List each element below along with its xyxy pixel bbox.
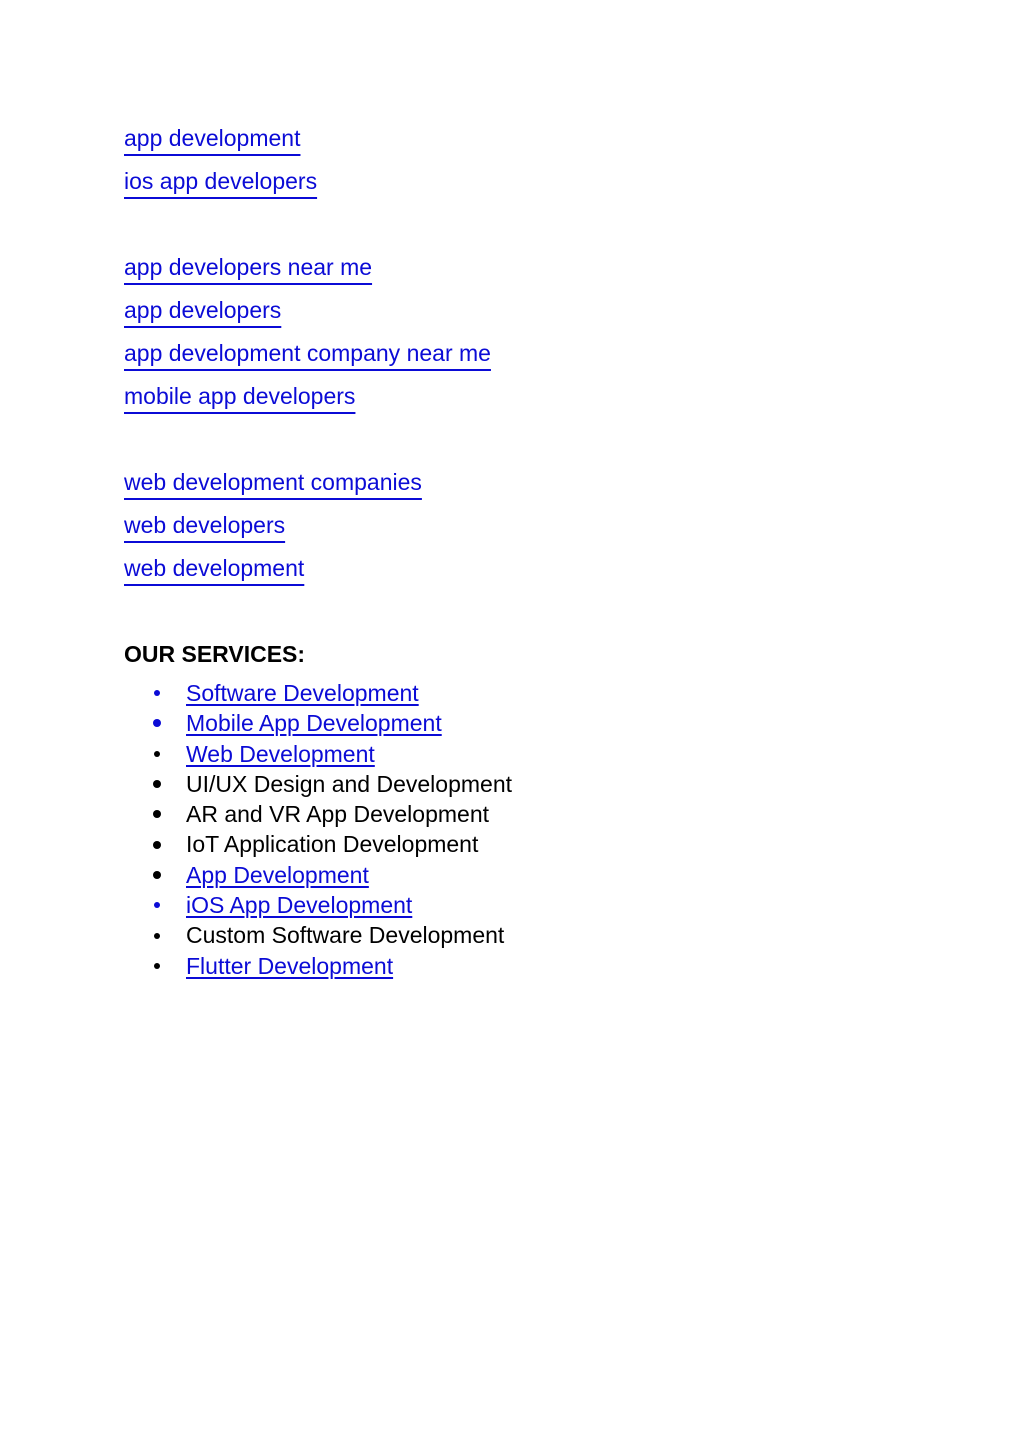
service-list-item: IoT Application Development — [124, 829, 944, 859]
service-link[interactable]: iOS App Development — [186, 890, 412, 920]
document-page: app development ios app developers app d… — [124, 122, 944, 984]
keyword-link[interactable]: app developers — [124, 294, 944, 337]
keyword-link[interactable]: web development — [124, 552, 944, 595]
bullet-icon — [154, 902, 160, 909]
service-list-item[interactable]: Web Development — [124, 739, 944, 769]
bullet-icon — [154, 932, 160, 939]
bullet-icon — [154, 750, 160, 757]
service-link[interactable]: Web Development — [186, 739, 375, 769]
keyword-link[interactable]: web development companies — [124, 466, 944, 509]
services-list: Software Development Mobile App Developme… — [124, 678, 944, 981]
keyword-link[interactable]: app developers near me — [124, 251, 944, 294]
keyword-link[interactable]: ios app developers — [124, 165, 944, 208]
keyword-link[interactable]: web developers — [124, 509, 944, 552]
keyword-group-web: web development companies web developers… — [124, 466, 944, 595]
keyword-link[interactable]: app development company near me — [124, 337, 944, 380]
service-list-item[interactable]: Software Development — [124, 678, 944, 708]
service-label: IoT Application Development — [186, 831, 479, 858]
service-list-item: AR and VR App Development — [124, 799, 944, 829]
keyword-link[interactable]: mobile app developers — [124, 380, 944, 423]
bullet-icon — [153, 870, 161, 879]
keyword-link[interactable]: app development — [124, 122, 944, 165]
service-label: Custom Software Development — [186, 922, 505, 949]
services-heading: OUR SERVICES: — [124, 641, 306, 667]
service-label: AR and VR App Development — [186, 801, 490, 828]
service-list-item[interactable]: App Development — [124, 860, 944, 890]
bullet-icon — [153, 719, 161, 728]
service-list-item: UI/UX Design and Development — [124, 769, 944, 799]
service-link[interactable]: App Development — [186, 860, 369, 890]
service-list-item[interactable]: Flutter Development — [124, 951, 944, 981]
keyword-group-app-developers: app developers near me app developers ap… — [124, 251, 944, 423]
service-link[interactable]: Software Development — [186, 678, 419, 708]
bullet-icon — [153, 810, 161, 819]
service-link[interactable]: Mobile App Development — [186, 708, 442, 738]
service-list-item[interactable]: Mobile App Development — [124, 708, 944, 738]
service-list-item: Custom Software Development — [124, 920, 944, 950]
bullet-icon — [153, 780, 161, 789]
bullet-icon — [153, 840, 161, 849]
bullet-icon — [154, 962, 160, 969]
bullet-icon — [154, 690, 160, 697]
keyword-group-app: app development ios app developers — [124, 122, 944, 208]
service-label: UI/UX Design and Development — [186, 770, 512, 797]
service-link[interactable]: Flutter Development — [186, 951, 393, 981]
service-list-item[interactable]: iOS App Development — [124, 890, 944, 920]
